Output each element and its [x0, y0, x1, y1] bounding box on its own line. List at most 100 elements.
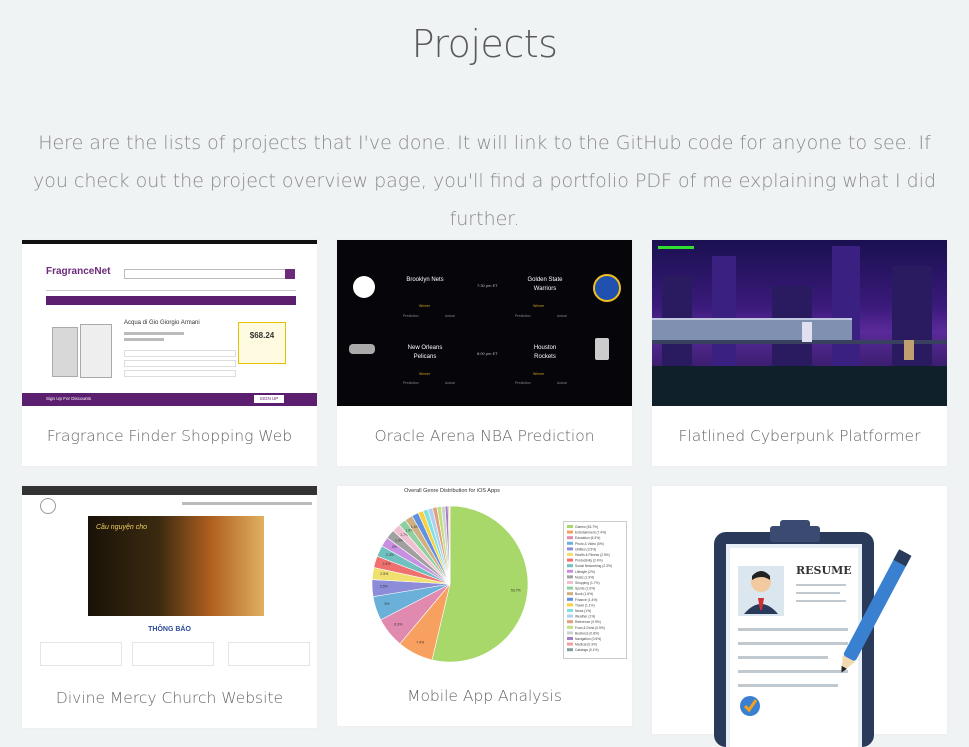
winner-label: Winner	[419, 372, 431, 376]
legend-entry: Sports (1.6%)	[575, 587, 595, 591]
project-title[interactable]: Flatlined Cyberpunk Platformer	[652, 406, 947, 466]
project-title[interactable]: Oracle Arena NBA Prediction	[337, 406, 632, 466]
church-nav	[182, 502, 312, 505]
cyberpunk-thumbnail	[652, 240, 947, 406]
fragrance-thumbnail: FragranceNet Acqua di Gio Giorgio Armani…	[22, 240, 317, 406]
church-logo	[40, 498, 56, 514]
page-title: Projects	[411, 22, 558, 66]
project-card-church[interactable]: Cầu nguyện cho THÔNG BÁO Divine Mercy Ch…	[22, 486, 317, 728]
player-character	[802, 322, 812, 342]
legend-entry: Business (0.8%)	[575, 631, 599, 635]
legend-swatch	[567, 558, 573, 562]
pie-slice-label: 6.3%	[394, 622, 402, 626]
pie-slice-label: 2.5%	[380, 572, 388, 576]
legend-swatch	[567, 603, 573, 607]
prediction-label: Prediction	[515, 381, 531, 385]
chart-legend: Games (53.7%) Entertainment (7.4%) Educati…	[563, 521, 627, 659]
prediction-label: Prediction	[403, 314, 419, 318]
legend-swatch	[567, 648, 573, 652]
legend-swatch	[567, 620, 573, 624]
nba-thumbnail: Brooklyn Nets Golden State Warriors 7:30…	[337, 240, 632, 406]
legend-entry: Music (1.9%)	[575, 575, 594, 579]
mobile-thumbnail: Overall Genre Distribution for iOS Apps …	[337, 486, 632, 666]
legend-swatch	[567, 625, 573, 629]
pie-slice-label: 5%	[385, 602, 390, 606]
svg-text:RESUME: RESUME	[796, 564, 852, 577]
legend-entry: Food & Drink (0.9%)	[575, 626, 605, 630]
legend-swatch	[567, 541, 573, 545]
enemy-character	[904, 340, 914, 360]
notice-heading: THÔNG BÁO	[148, 626, 191, 633]
project-card-cyberpunk[interactable]: Flatlined Cyberpunk Platformer	[652, 240, 947, 466]
legend-entry: Medical (0.3%)	[575, 643, 597, 647]
legend-entry: Navigation (0.6%)	[575, 637, 601, 641]
winner-label: Winner	[419, 304, 431, 308]
pie-chart: 53.7%7.4%6.3%5%3.5%2.5%2.4%2.3%2%1.9%1.7…	[371, 505, 529, 663]
winner-label: Winner	[533, 304, 545, 308]
legend-swatch	[567, 586, 573, 590]
legend-entry: Games (53.7%)	[575, 525, 598, 529]
game1-away: Golden State Warriors	[527, 277, 563, 292]
legend-entry: Shopping (1.7%)	[575, 581, 600, 585]
legend-swatch	[567, 581, 573, 584]
project-title[interactable]: Fragrance Finder Shopping Web	[22, 406, 317, 466]
project-card-resume[interactable]: RESUME	[652, 486, 947, 747]
rockets-logo	[595, 338, 609, 360]
actual-label: Actual	[445, 381, 455, 385]
nets-logo	[353, 276, 375, 298]
legend-entry: Travel (1.1%)	[575, 603, 595, 607]
game2-time: 8:00 pm ET	[477, 351, 498, 356]
legend-swatch	[567, 536, 573, 540]
actual-label: Actual	[445, 314, 455, 318]
legend-entry: Social Networking (2.3%)	[575, 564, 612, 568]
church-banner: Cầu nguyện cho	[88, 516, 264, 616]
prediction-label: Prediction	[515, 314, 531, 318]
actual-label: Actual	[557, 381, 567, 385]
project-title[interactable]: Mobile App Analysis	[337, 666, 632, 726]
legend-swatch	[567, 637, 573, 640]
pelicans-logo	[349, 344, 375, 354]
legend-entry: Catalogs (0.1%)	[575, 648, 599, 652]
legend-entry: Entertainment (7.4%)	[575, 531, 606, 535]
bottle-image	[52, 327, 78, 377]
project-card-fragrance[interactable]: FragranceNet Acqua di Gio Giorgio Armani…	[22, 240, 317, 466]
legend-swatch	[567, 614, 573, 618]
legend-entry: Utilities (3.5%)	[575, 547, 596, 551]
intro-text: Here are the lists of projects that I've…	[32, 132, 937, 230]
legend-swatch	[567, 592, 573, 596]
fragrance-search-icon	[285, 269, 295, 279]
winner-label: Winner	[533, 372, 545, 376]
fragrance-search	[124, 269, 286, 279]
legend-swatch	[567, 525, 573, 528]
legend-entry: Photo & Video (5%)	[575, 542, 604, 546]
legend-entry: Reference (0.9%)	[575, 620, 601, 624]
legend-entry: Productivity (2.4%)	[575, 559, 603, 563]
project-card-nba[interactable]: Brooklyn Nets Golden State Warriors 7:30…	[337, 240, 632, 466]
church-thumbnail: Cầu nguyện cho THÔNG BÁO	[22, 486, 317, 668]
health-bar	[658, 246, 694, 249]
actual-label: Actual	[557, 314, 567, 318]
legend-swatch	[567, 631, 573, 635]
legend-swatch	[567, 642, 573, 646]
project-title[interactable]: Divine Mercy Church Website	[22, 668, 317, 728]
game1-time: 7:30 pm ET	[477, 283, 498, 288]
legend-swatch	[567, 530, 573, 534]
legend-swatch	[567, 569, 573, 573]
pie-slice-label: 2.3%	[386, 553, 394, 557]
game1-home: Brooklyn Nets	[406, 277, 444, 283]
legend-entry: News (1%)	[575, 609, 591, 613]
fragrance-logo: FragranceNet	[46, 266, 111, 277]
legend-swatch	[567, 564, 573, 568]
project-card-mobile[interactable]: Overall Genre Distribution for iOS Apps …	[337, 486, 632, 726]
legend-entry: Education (6.3%)	[575, 536, 600, 540]
legend-swatch	[567, 553, 573, 556]
game2-away: Houston Rockets	[533, 345, 557, 360]
legend-swatch	[567, 547, 573, 551]
pie-slice-label: 3.5%	[380, 585, 388, 589]
legend-swatch	[567, 609, 573, 612]
legend-swatch	[567, 597, 573, 601]
legend-entry: Weather (1%)	[575, 615, 595, 619]
pie-slice-label: 53.7%	[511, 589, 521, 593]
legend-entry: Lifestyle (2%)	[575, 570, 595, 574]
bottle-box-image	[80, 324, 112, 378]
